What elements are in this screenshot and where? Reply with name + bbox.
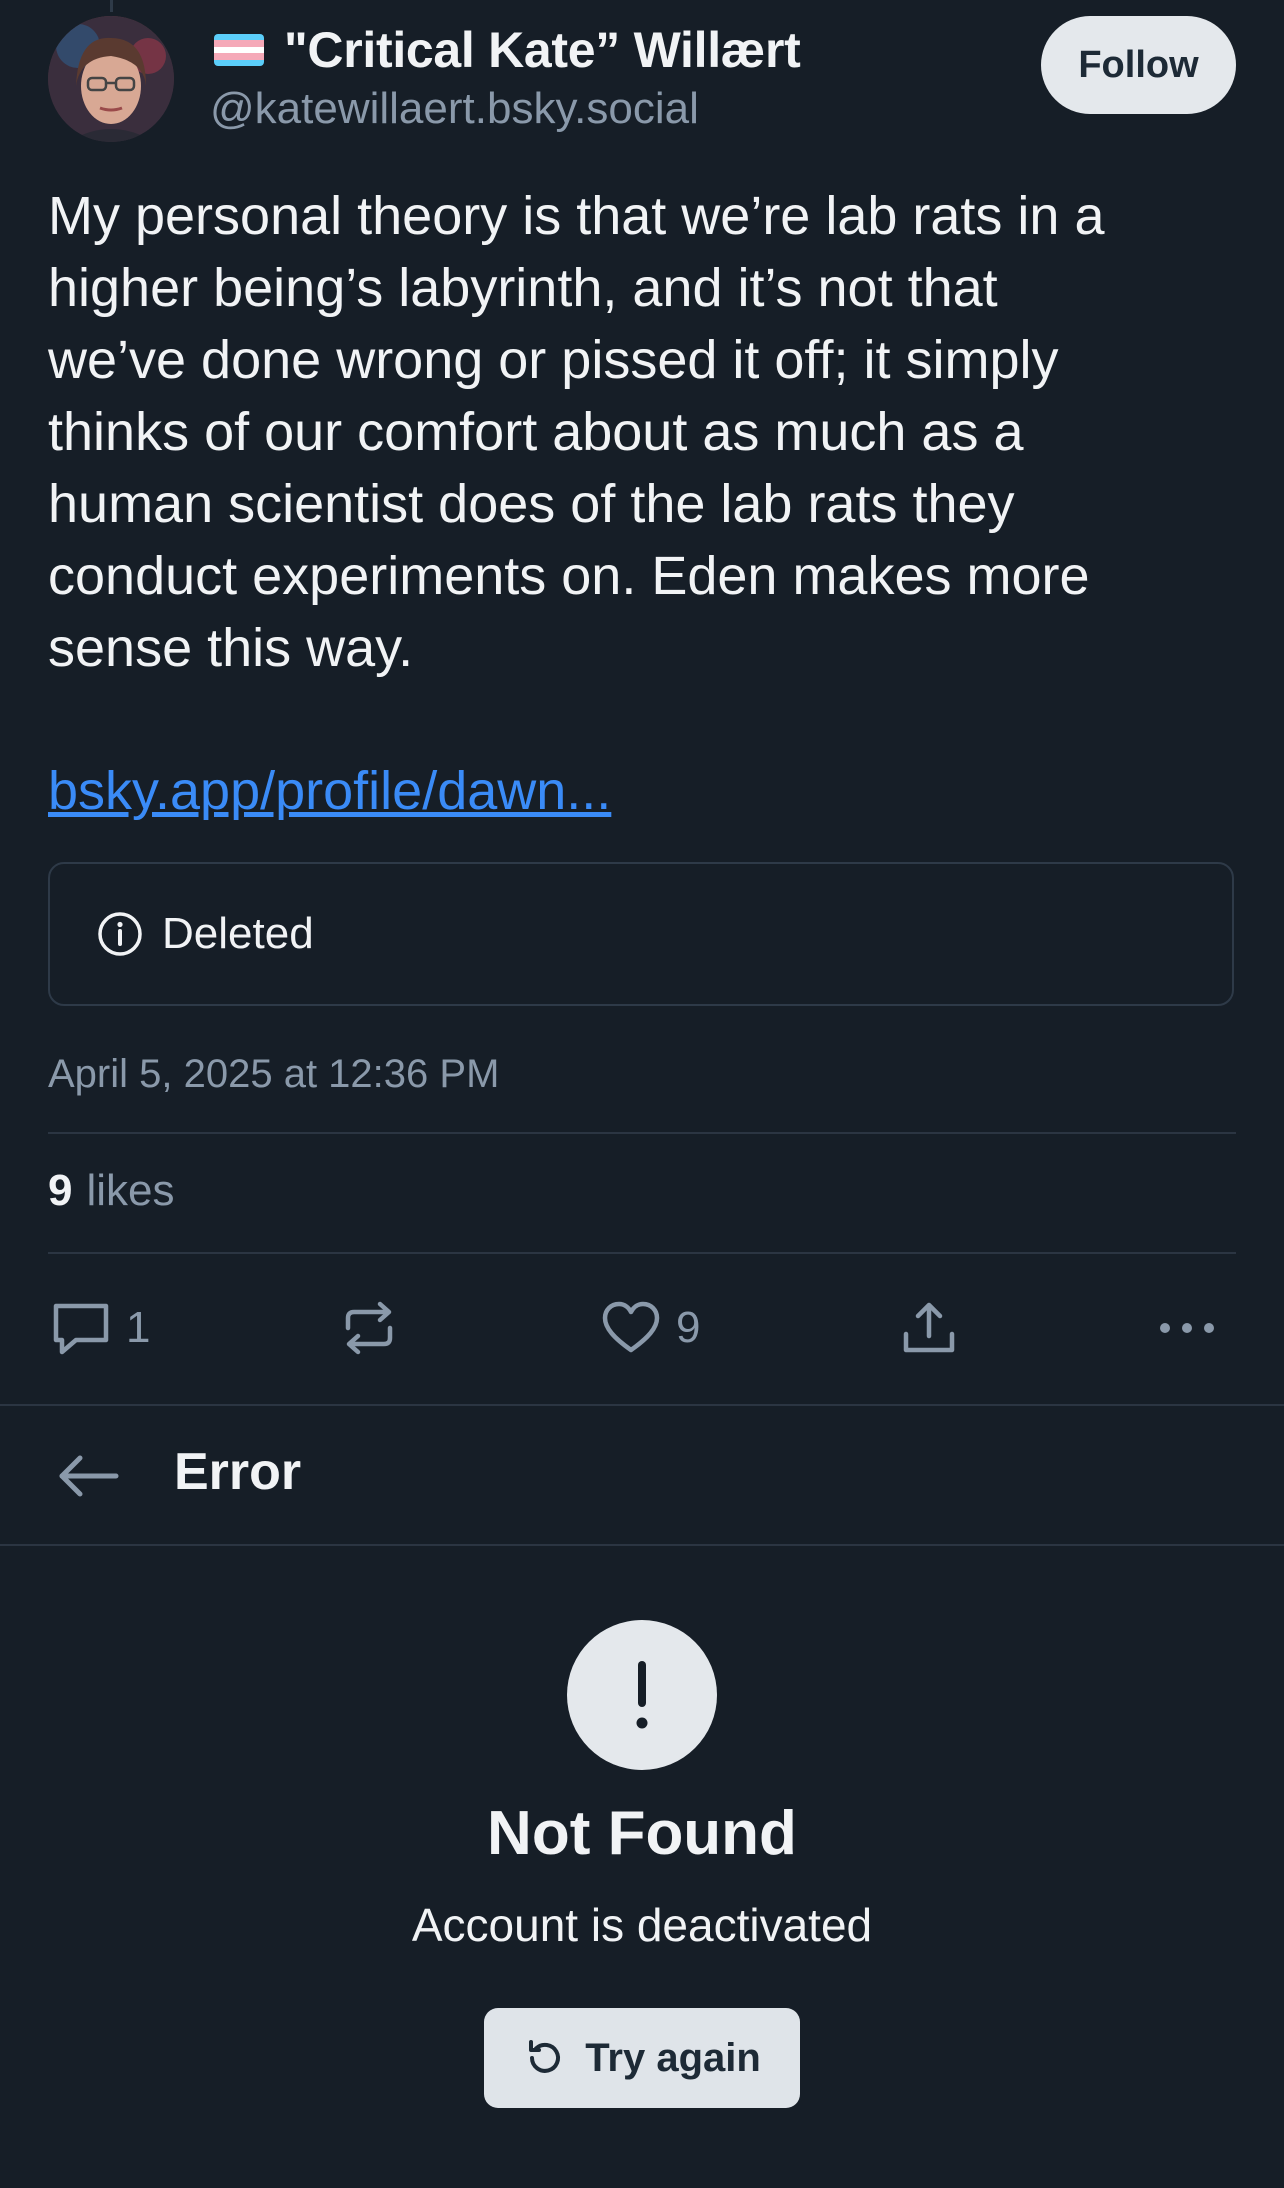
share-button[interactable] <box>898 1290 960 1366</box>
heart-icon <box>602 1301 660 1353</box>
share-icon <box>903 1302 955 1353</box>
transgender-flag-icon <box>214 34 264 66</box>
more-options-button[interactable] <box>1156 1290 1218 1366</box>
author-handle[interactable]: @katewillaert.bsky.social <box>210 84 699 134</box>
repost-icon <box>345 1301 393 1355</box>
post-text: My personal theory is that we’re lab rat… <box>48 186 1105 678</box>
section-divider <box>0 1404 1284 1406</box>
post-actions: 1 9 <box>0 1290 1284 1366</box>
reply-button[interactable]: 1 <box>50 1290 150 1366</box>
follow-button[interactable]: Follow <box>1041 16 1236 114</box>
try-again-button[interactable]: Try again <box>484 2008 800 2108</box>
info-icon <box>98 912 142 956</box>
reply-count: 1 <box>126 1303 151 1352</box>
retry-icon <box>529 2040 561 2073</box>
not-found-heading: Not Found <box>487 1799 797 1868</box>
divider <box>48 1132 1236 1134</box>
back-button[interactable] <box>52 1444 124 1508</box>
divider <box>48 1252 1236 1254</box>
error-message: Account is deactivated <box>411 1899 873 1951</box>
error-title: Error <box>174 1443 302 1501</box>
ellipsis-icon <box>1160 1323 1214 1333</box>
section-divider <box>0 1544 1284 1546</box>
post-timestamp: April 5, 2025 at 12:36 PM <box>48 1052 500 1096</box>
like-button[interactable]: 9 <box>600 1290 700 1366</box>
repost-button[interactable] <box>338 1290 400 1366</box>
likes-label: likes <box>86 1166 175 1215</box>
display-name-row[interactable]: "Critical Kate” Willært <box>214 18 801 82</box>
try-again-label: Try again <box>585 2035 761 2080</box>
post-link[interactable]: bsky.app/profile/dawn... <box>48 755 611 827</box>
exclamation-mark <box>636 1661 648 1729</box>
author-display-name[interactable]: "Critical Kate” Willært <box>284 21 801 79</box>
back-arrow-icon <box>59 1455 119 1497</box>
likes-count: 9 <box>48 1166 73 1215</box>
deleted-embed: Deleted <box>48 862 1234 1006</box>
likes-summary[interactable]: 9 likes <box>48 1166 175 1216</box>
exclamation-icon <box>567 1620 717 1770</box>
error-header: Error <box>0 1408 1284 1544</box>
embed-label: Deleted <box>162 909 314 958</box>
post-header: "Critical Kate” Willært @katewillaert.bs… <box>0 0 1284 142</box>
like-count: 9 <box>676 1303 701 1352</box>
author-avatar[interactable] <box>48 16 174 142</box>
avatar-image <box>48 16 174 142</box>
reply-icon <box>53 1303 109 1355</box>
